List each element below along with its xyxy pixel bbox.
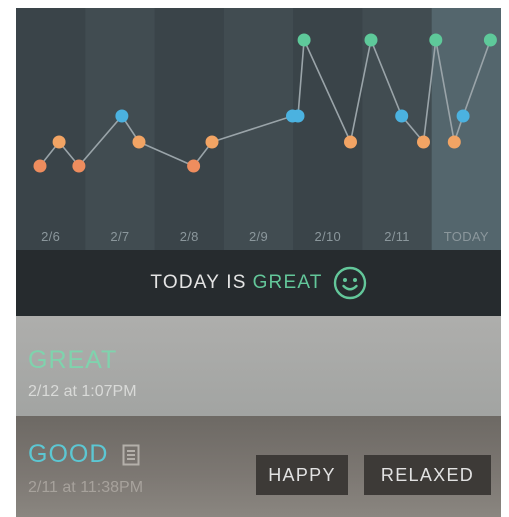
- entry-timestamp: 2/12 at 1:07PM: [28, 383, 137, 400]
- today-prefix: TODAY IS: [150, 272, 247, 293]
- mood-point-low[interactable]: [187, 159, 201, 173]
- mood-point-okay[interactable]: [52, 135, 66, 149]
- mood-point-good[interactable]: [456, 109, 470, 123]
- mood-point-good[interactable]: [395, 109, 409, 123]
- note-icon[interactable]: [122, 444, 140, 466]
- smiley-face-icon: [333, 266, 366, 300]
- day-label-2-7: 2/7: [110, 229, 130, 244]
- day-label-2-6: 2/6: [41, 229, 61, 244]
- mood-point-low[interactable]: [72, 159, 86, 173]
- tag-happy[interactable]: HAPPY: [256, 455, 348, 495]
- mood-point-good[interactable]: [115, 109, 129, 123]
- day-band: [223, 8, 294, 250]
- mood-point-low[interactable]: [33, 159, 47, 173]
- tag-relaxed[interactable]: RELAXED: [364, 455, 491, 495]
- mood-point-great[interactable]: [483, 33, 497, 47]
- mood-point-okay[interactable]: [417, 135, 430, 149]
- entry-mood-title: GREAT: [28, 346, 118, 374]
- mood-point-okay[interactable]: [447, 135, 461, 149]
- entry-timestamp: 2/11 at 11:38PM: [28, 479, 144, 496]
- today-mood-value: GREAT: [252, 272, 323, 293]
- mood-point-okay[interactable]: [132, 135, 146, 149]
- day-label-2-10: 2/10: [314, 229, 342, 244]
- mood-entry-great[interactable]: GREAT 2/12 at 1:07PM: [16, 316, 501, 416]
- day-label-2-8: 2/8: [179, 229, 199, 244]
- entry-mood-title: GOOD: [28, 440, 109, 468]
- mood-chart[interactable]: 2/6 2/7 2/8 2/9 2/10 2/11 TODAY: [16, 8, 501, 250]
- mood-point-great[interactable]: [364, 33, 378, 47]
- mood-tracker-app: 2/6 2/7 2/8 2/9 2/10 2/11 TODAY TODAY IS…: [16, 8, 501, 517]
- mood-point-great[interactable]: [297, 33, 311, 47]
- mood-point-good[interactable]: [291, 109, 305, 123]
- mood-entry-good[interactable]: GOOD 2/11 at 11:38PM HAPPY RELAXED: [16, 416, 501, 517]
- mood-point-okay[interactable]: [205, 135, 219, 149]
- day-label-2-11: 2/11: [384, 229, 410, 244]
- today-mood-text: TODAY IS GREAT: [150, 272, 322, 294]
- today-mood-banner: TODAY IS GREAT: [16, 250, 501, 316]
- mood-point-great[interactable]: [429, 33, 443, 47]
- day-band: [16, 8, 86, 250]
- day-band: [85, 8, 156, 250]
- mood-point-okay[interactable]: [344, 135, 357, 149]
- day-label-today: TODAY: [443, 229, 489, 244]
- day-band: [154, 8, 225, 250]
- day-label-2-9: 2/9: [249, 229, 268, 244]
- mood-chart-plot: [16, 8, 501, 250]
